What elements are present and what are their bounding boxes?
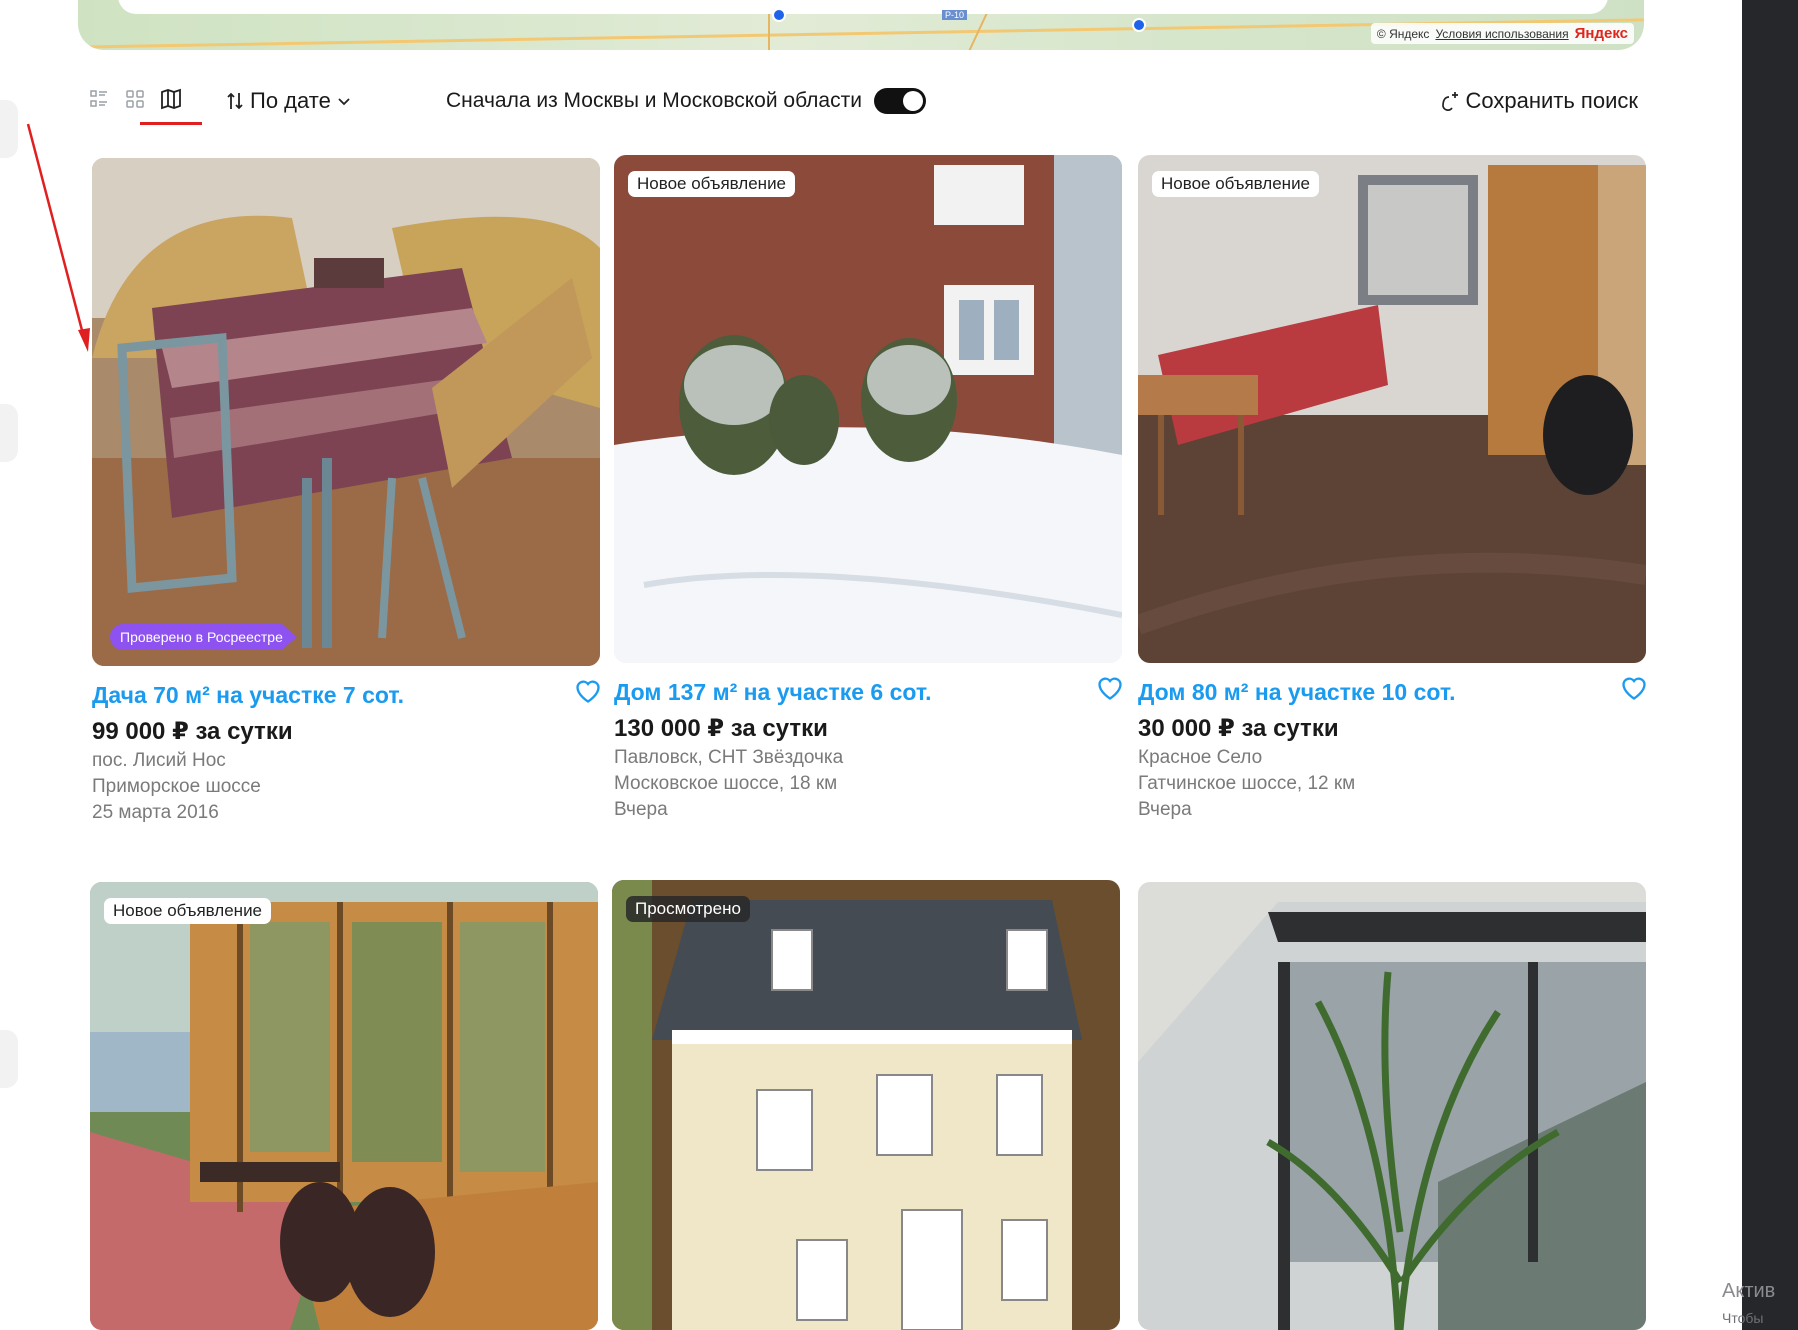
grid-view-icon[interactable] bbox=[124, 88, 146, 110]
map-attribution: © Яндекс Условия использования Яндекс bbox=[1370, 23, 1634, 44]
moscow-first-toggle[interactable] bbox=[873, 88, 926, 114]
left-edge-tab bbox=[0, 100, 18, 158]
map-copyright: © Яндекс bbox=[1376, 26, 1430, 41]
listing-price: 30 000 ₽ за сутки bbox=[1138, 715, 1339, 742]
sort-label: По дате bbox=[250, 88, 331, 113]
results-toolbar: По дате Сначала из Москвы и Московской о… bbox=[88, 84, 1639, 125]
listing-date: 25 марта 2016 bbox=[92, 802, 219, 823]
moscow-filter-label: Сначала из Москвы и Московской области bbox=[446, 89, 862, 112]
listing-photo[interactable]: Новое объявление bbox=[1138, 155, 1646, 663]
listing-card[interactable]: Проверено в Росреестре Дача 70 м² на уча… bbox=[92, 158, 600, 824]
listing-photo[interactable]: Новое объявление bbox=[90, 882, 598, 1330]
listing-location: пос. Лисий Нос bbox=[92, 750, 226, 771]
listing-card[interactable]: Новое объявление Дом 80 м² на участке 10… bbox=[1138, 155, 1646, 821]
map-preview[interactable]: Р-10 © Яндекс Условия использования Янде… bbox=[78, 0, 1644, 50]
os-activation-hint: Чтобы bbox=[1722, 1310, 1764, 1326]
new-listing-badge: Новое объявление bbox=[104, 898, 272, 924]
listing-photo[interactable]: Новое объявление bbox=[614, 155, 1122, 663]
map-marker[interactable] bbox=[1132, 18, 1146, 32]
listing-highway: Гатчинское шоссе, 12 км bbox=[1138, 773, 1356, 794]
new-listing-badge: Новое объявление bbox=[1152, 171, 1320, 197]
listing-card[interactable]: Новое объявление bbox=[90, 882, 598, 1330]
listing-location: Павловск, СНТ Звёздочка bbox=[614, 747, 844, 768]
save-search-label: Сохранить поиск bbox=[1465, 88, 1639, 113]
listing-photo[interactable]: Проверено в Росреестре bbox=[92, 158, 600, 666]
map-terms-link[interactable]: Условия использования bbox=[1435, 27, 1568, 41]
moscow-first-filter: Сначала из Москвы и Московской области bbox=[446, 88, 926, 114]
map-marker[interactable] bbox=[772, 8, 786, 22]
listing-title-link[interactable]: Дом 137 м² на участке 6 сот. bbox=[614, 679, 932, 706]
listing-highway: Приморское шоссе bbox=[92, 776, 261, 797]
list-view-icon[interactable] bbox=[88, 88, 110, 110]
left-edge-tab bbox=[0, 404, 18, 462]
viewed-badge: Просмотрено bbox=[626, 896, 750, 922]
listing-date: Вчера bbox=[614, 799, 668, 820]
save-search-button[interactable]: Сохранить поиск bbox=[1438, 88, 1639, 114]
sort-dropdown[interactable]: По дате bbox=[226, 88, 351, 114]
side-panel-dark bbox=[1742, 0, 1798, 1330]
listing-card[interactable]: Просмотрено bbox=[612, 880, 1120, 1330]
annotation-underline bbox=[140, 122, 202, 125]
listing-photo[interactable]: Просмотрено bbox=[612, 880, 1120, 1330]
listing-card[interactable] bbox=[1138, 882, 1646, 1330]
yandex-logo[interactable]: Яндекс bbox=[1575, 25, 1628, 42]
listing-card[interactable]: Новое объявление Дом 137 м² на участке 6… bbox=[614, 155, 1122, 821]
listing-location: Красное Село bbox=[1138, 747, 1263, 768]
listing-title-link[interactable]: Дом 80 м² на участке 10 сот. bbox=[1138, 679, 1456, 706]
listing-price: 99 000 ₽ за сутки bbox=[92, 718, 293, 745]
listing-price: 130 000 ₽ за сутки bbox=[614, 715, 828, 742]
view-switcher bbox=[88, 88, 182, 110]
sort-icon bbox=[227, 92, 243, 110]
verified-rosreestr-badge: Проверено в Росреестре bbox=[110, 624, 297, 650]
favorite-heart-icon[interactable] bbox=[1096, 675, 1124, 701]
os-activation-notice: Актив bbox=[1722, 1280, 1776, 1302]
listing-photo[interactable] bbox=[1138, 882, 1646, 1330]
map-top-overlay bbox=[118, 0, 1608, 14]
listing-highway: Московское шоссе, 18 км bbox=[614, 773, 838, 794]
favorite-heart-icon[interactable] bbox=[574, 678, 602, 704]
map-view-icon[interactable] bbox=[160, 88, 182, 110]
favorite-heart-icon[interactable] bbox=[1620, 675, 1648, 701]
bell-plus-icon bbox=[1441, 92, 1458, 111]
route-label: Р-10 bbox=[942, 10, 968, 20]
annotation-arrow bbox=[26, 123, 90, 352]
listing-date: Вчера bbox=[1138, 799, 1192, 820]
left-edge-tab bbox=[0, 1030, 18, 1088]
listing-title-link[interactable]: Дача 70 м² на участке 7 сот. bbox=[92, 682, 404, 709]
chevron-down-icon bbox=[338, 98, 350, 106]
new-listing-badge: Новое объявление bbox=[628, 171, 796, 197]
